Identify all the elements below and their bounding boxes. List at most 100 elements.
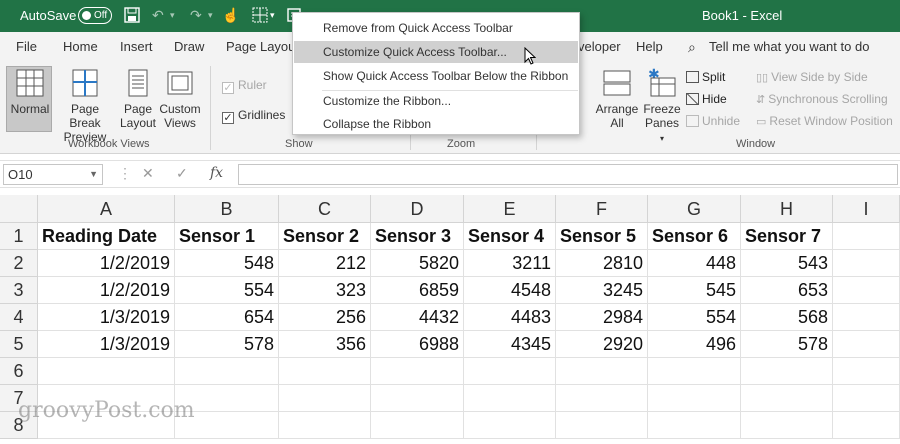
arrange-all-button[interactable]: Arrange All [594,68,640,130]
autosave-toggle[interactable]: Off [78,7,112,24]
name-box[interactable]: O10 ▼ [3,164,103,185]
cell-a3[interactable]: 1/2/2019 [38,277,175,304]
cell-a4[interactable]: 1/3/2019 [38,304,175,331]
column-header-d[interactable]: D [371,195,464,223]
row-header-1[interactable]: 1 [0,223,38,250]
cell-b6[interactable] [175,358,279,385]
name-box-dropdown-icon[interactable]: ▼ [89,165,98,184]
cell-g8[interactable] [648,412,741,439]
cell-d4[interactable]: 4432 [371,304,464,331]
row-header-5[interactable]: 5 [0,331,38,358]
cell-f6[interactable] [556,358,648,385]
cell-c5[interactable]: 356 [279,331,371,358]
cell-e4[interactable]: 4483 [464,304,556,331]
column-header-e[interactable]: E [464,195,556,223]
tab-insert[interactable]: Insert [120,39,153,54]
view-side-by-side-button[interactable]: ▯▯ View Side by Side [756,70,868,84]
cell-f5[interactable]: 2920 [556,331,648,358]
cell-c2[interactable]: 212 [279,250,371,277]
cell-g5[interactable]: 496 [648,331,741,358]
cell-i4[interactable] [833,304,900,331]
cell-f4[interactable]: 2984 [556,304,648,331]
cell-h1[interactable]: Sensor 7 [741,223,833,250]
row-header-3[interactable]: 3 [0,277,38,304]
hide-button[interactable]: Hide [686,92,727,106]
cell-c1[interactable]: Sensor 2 [279,223,371,250]
synchronous-scrolling-button[interactable]: ⇵ Synchronous Scrolling [756,92,888,106]
cell-h3[interactable]: 653 [741,277,833,304]
page-layout-button[interactable]: Page Layout [118,68,158,130]
cell-i6[interactable] [833,358,900,385]
cell-f2[interactable]: 2810 [556,250,648,277]
cell-f8[interactable] [556,412,648,439]
select-all-corner[interactable] [0,195,38,223]
cell-h6[interactable] [741,358,833,385]
search-icon[interactable]: ⌕ [688,39,696,56]
row-header-2[interactable]: 2 [0,250,38,277]
cell-e7[interactable] [464,385,556,412]
cell-i7[interactable] [833,385,900,412]
cell-f1[interactable]: Sensor 5 [556,223,648,250]
undo-icon[interactable]: ↶ [152,7,164,24]
cell-b4[interactable]: 654 [175,304,279,331]
cell-b5[interactable]: 578 [175,331,279,358]
cell-e1[interactable]: Sensor 4 [464,223,556,250]
cell-h4[interactable]: 568 [741,304,833,331]
column-header-c[interactable]: C [279,195,371,223]
menu-show-qat-below[interactable]: Show Quick Access Toolbar Below the Ribb… [294,65,578,87]
cell-g3[interactable]: 545 [648,277,741,304]
cell-h2[interactable]: 543 [741,250,833,277]
borders-icon[interactable] [252,7,268,27]
cell-g2[interactable]: 448 [648,250,741,277]
cell-e2[interactable]: 3211 [464,250,556,277]
column-header-b[interactable]: B [175,195,279,223]
column-header-h[interactable]: H [741,195,833,223]
tab-file[interactable]: File [16,39,37,54]
cell-a1[interactable]: Reading Date [38,223,175,250]
page-break-preview-button[interactable]: Page Break Preview [56,68,114,144]
cell-f3[interactable]: 3245 [556,277,648,304]
insert-function-icon[interactable]: fx [210,165,223,181]
cell-d5[interactable]: 6988 [371,331,464,358]
enter-icon[interactable]: ✓ [176,165,188,182]
cell-g6[interactable] [648,358,741,385]
tab-help[interactable]: Help [636,39,663,54]
cell-a5[interactable]: 1/3/2019 [38,331,175,358]
cell-a6[interactable] [38,358,175,385]
cell-g4[interactable]: 554 [648,304,741,331]
redo-icon[interactable]: ↷ [190,7,202,24]
menu-remove-from-qat[interactable]: Remove from Quick Access Toolbar [294,17,578,39]
cell-e5[interactable]: 4345 [464,331,556,358]
cell-i2[interactable] [833,250,900,277]
tab-developer[interactable]: veloper [578,39,621,54]
column-header-i[interactable]: I [833,195,900,223]
cell-c8[interactable] [279,412,371,439]
column-header-a[interactable]: A [38,195,175,223]
cell-c4[interactable]: 256 [279,304,371,331]
cell-d2[interactable]: 5820 [371,250,464,277]
redo-dropdown-icon[interactable]: ▾ [208,7,213,24]
cell-h5[interactable]: 578 [741,331,833,358]
cell-c3[interactable]: 323 [279,277,371,304]
cell-g7[interactable] [648,385,741,412]
cell-g1[interactable]: Sensor 6 [648,223,741,250]
cell-d3[interactable]: 6859 [371,277,464,304]
cell-e3[interactable]: 4548 [464,277,556,304]
formula-input[interactable] [238,164,898,185]
menu-collapse-ribbon[interactable]: Collapse the Ribbon [294,113,578,135]
normal-view-button[interactable]: Normal [8,68,52,116]
cell-h7[interactable] [741,385,833,412]
save-icon[interactable] [124,7,140,27]
cell-d1[interactable]: Sensor 3 [371,223,464,250]
cell-h8[interactable] [741,412,833,439]
row-header-6[interactable]: 6 [0,358,38,385]
tab-home[interactable]: Home [63,39,98,54]
cell-c6[interactable] [279,358,371,385]
tab-draw[interactable]: Draw [174,39,204,54]
custom-views-button[interactable]: Custom Views [158,68,202,130]
cell-d7[interactable] [371,385,464,412]
column-header-g[interactable]: G [648,195,741,223]
cell-e6[interactable] [464,358,556,385]
unhide-button[interactable]: Unhide [686,114,740,128]
cell-b2[interactable]: 548 [175,250,279,277]
